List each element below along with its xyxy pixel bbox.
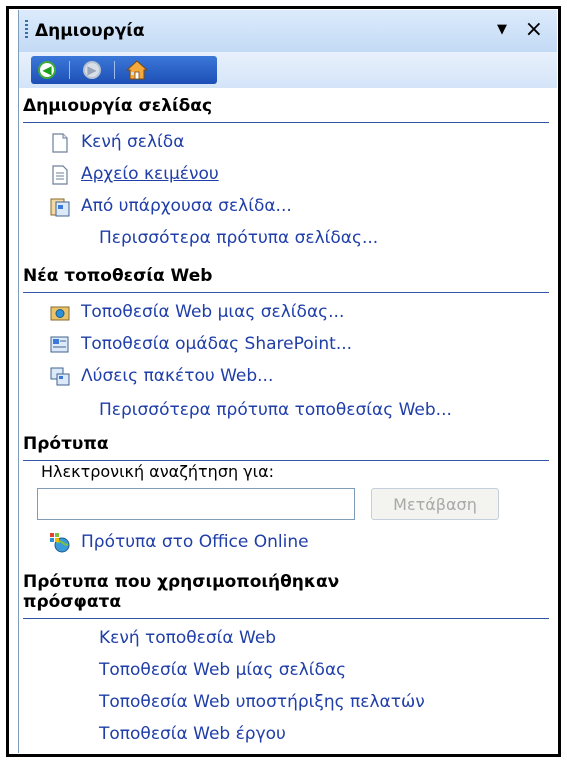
nav-divider: [69, 61, 70, 79]
forward-arrow-icon: ▶: [83, 61, 101, 79]
existing-page-icon: [50, 198, 70, 217]
search-label: Ηλεκτρονική αναζήτηση για:: [41, 462, 274, 481]
task-pane: Δημιουργία ▼ × ◀ ▶ Δημιουργία σελίδας Κε…: [18, 10, 557, 753]
home-icon: [126, 60, 148, 80]
more-page-templates-link[interactable]: Περισσότερα πρότυπα σελίδας...: [99, 228, 378, 248]
single-page-site-icon: [50, 306, 70, 321]
web-package-solutions-link[interactable]: Λύσεις πακέτου Web...: [81, 366, 273, 386]
office-online-icon: [50, 533, 70, 553]
home-button[interactable]: [121, 58, 153, 82]
section-divider: [23, 122, 549, 123]
sharepoint-team-site-link[interactable]: Τοποθεσία ομάδας SharePoint...: [81, 334, 352, 354]
drag-grip-icon[interactable]: [25, 20, 28, 40]
task-pane-title-bar: Δημιουργία ▼ ×: [19, 10, 557, 52]
navigation-bar: ◀ ▶: [19, 52, 557, 88]
recent-single-page-site-link[interactable]: Τοποθεσία Web μίας σελίδας: [99, 660, 346, 680]
more-site-templates-link[interactable]: Περισσότερα πρότυπα τοποθεσίας Web...: [99, 400, 452, 420]
nav-divider: [114, 61, 115, 79]
recent-blank-site-link[interactable]: Κενή τοποθεσία Web: [99, 628, 276, 648]
text-file-icon: [52, 165, 68, 185]
section-title-templates: Πρότυπα: [23, 434, 109, 454]
office-online-templates-link[interactable]: Πρότυπα στο Office Online: [81, 532, 309, 552]
section-title-new-site: Νέα τοποθεσία Web: [23, 266, 213, 286]
blank-page-icon: [52, 133, 68, 153]
text-file-link[interactable]: Αρχείο κειμένου: [81, 164, 219, 184]
section-title-recent: Πρότυπα που χρησιμοποιήθηκαν: [23, 572, 340, 592]
dropdown-arrow-icon[interactable]: ▼: [497, 22, 507, 37]
recent-customer-support-site-link[interactable]: Τοποθεσία Web υποστήριξης πελατών: [99, 692, 425, 712]
recent-project-site-link[interactable]: Τοποθεσία Web έργου: [99, 724, 286, 744]
single-page-site-link[interactable]: Τοποθεσία Web μιας σελίδας...: [81, 302, 344, 322]
from-existing-page-link[interactable]: Από υπάρχουσα σελίδα...: [81, 196, 292, 216]
section-divider: [23, 292, 549, 293]
navigation-button-group: ◀ ▶: [31, 56, 217, 84]
forward-button[interactable]: ▶: [76, 58, 108, 82]
sharepoint-team-site-icon: [50, 336, 69, 353]
task-pane-content: Δημιουργία σελίδας Κενή σελίδα Αρχείο κε…: [19, 88, 557, 753]
task-pane-title: Δημιουργία: [35, 21, 145, 41]
section-divider: [23, 460, 549, 461]
web-package-icon: [50, 367, 70, 386]
section-title-create-page: Δημιουργία σελίδας: [23, 96, 213, 116]
back-arrow-icon: ◀: [38, 61, 56, 79]
close-icon[interactable]: ×: [525, 18, 543, 42]
blank-page-link[interactable]: Κενή σελίδα: [81, 132, 184, 152]
section-title-recent-line2: πρόσφατα: [23, 592, 122, 612]
section-divider: [23, 618, 549, 619]
template-search-input[interactable]: [37, 488, 355, 520]
go-button[interactable]: Μετάβαση: [371, 488, 499, 520]
back-button[interactable]: ◀: [31, 58, 63, 82]
